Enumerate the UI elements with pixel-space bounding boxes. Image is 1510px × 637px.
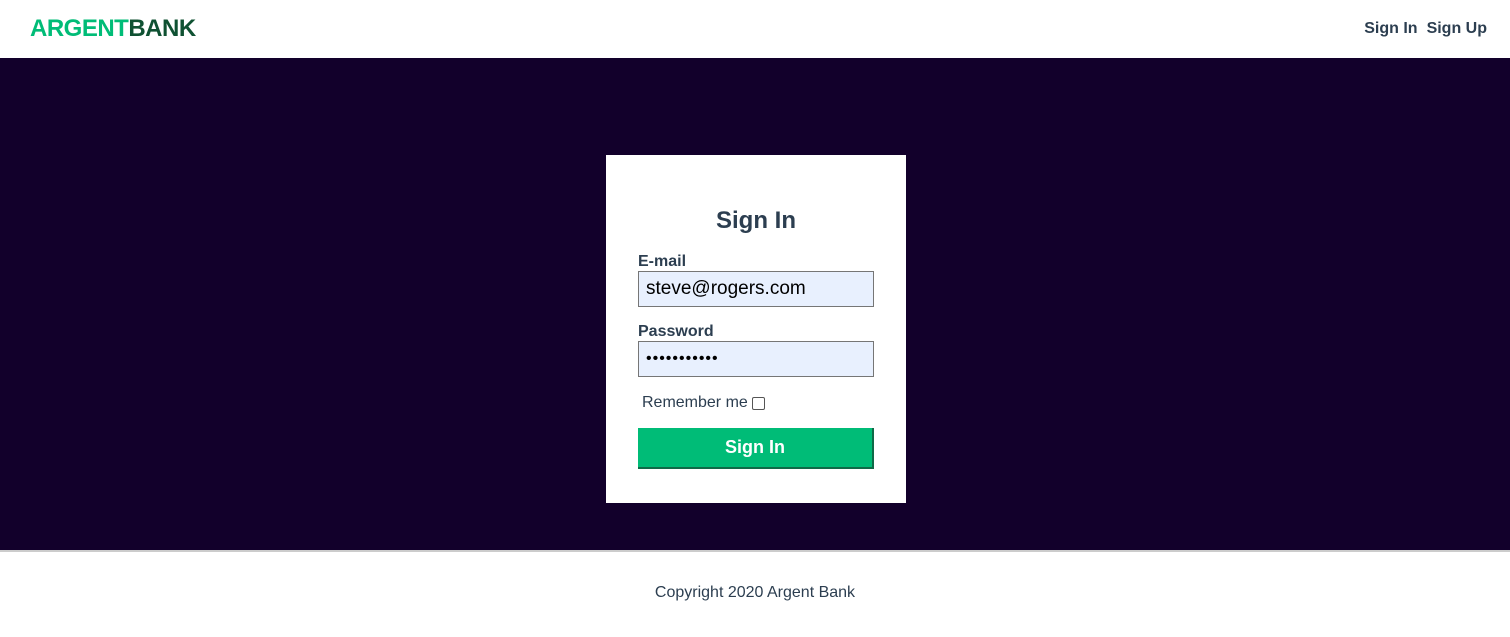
email-field[interactable]: [638, 271, 874, 307]
password-field[interactable]: [638, 341, 874, 377]
password-label: Password: [638, 323, 714, 340]
remember-me-label: Remember me: [642, 394, 748, 411]
nav-sign-up-link[interactable]: Sign Up: [1427, 20, 1487, 38]
main-nav: ARGENT BANK Sign In Sign Up: [0, 0, 1510, 58]
logo-text-bank: BANK: [128, 15, 196, 42]
argent-bank-logo[interactable]: ARGENT BANK: [30, 15, 196, 43]
copyright-text: Copyright 2020 Argent Bank: [654, 583, 856, 601]
header-nav: Sign In Sign Up: [1364, 20, 1487, 38]
logo-text-argent: ARGENT: [30, 15, 129, 42]
sign-in-title: Sign In: [716, 207, 796, 234]
nav-sign-in-link[interactable]: Sign In: [1364, 20, 1417, 38]
footer: Copyright 2020 Argent Bank: [0, 550, 1510, 637]
sign-in-card: Sign In E-mail Password Remember me Sign…: [606, 155, 906, 503]
email-label: E-mail: [638, 253, 687, 270]
sign-in-button[interactable]: Sign In: [638, 428, 874, 469]
remember-me-row: Remember me: [642, 393, 874, 413]
sign-in-page-background: Sign In E-mail Password Remember me Sign…: [0, 58, 1510, 550]
sign-in-form: E-mail Password Remember me Sign In: [638, 253, 874, 469]
remember-me-checkbox[interactable]: [751, 396, 765, 410]
